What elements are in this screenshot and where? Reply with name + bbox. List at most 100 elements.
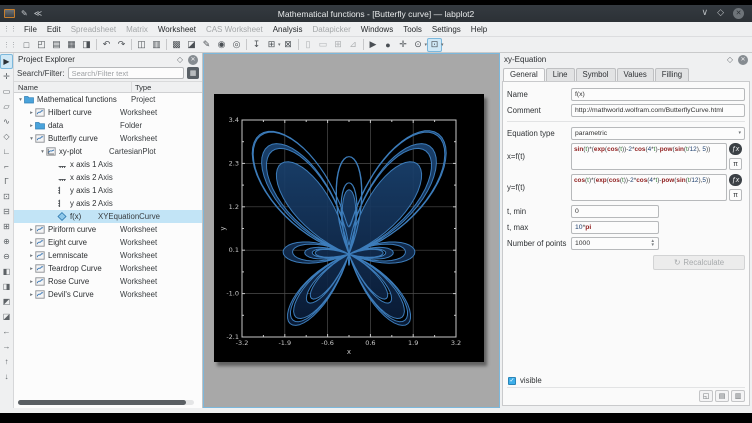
save-default-icon[interactable]: ▥ [731, 390, 745, 402]
shift-left-x-icon[interactable]: ← [0, 324, 13, 339]
tree-expand-icon[interactable]: ▸ [28, 227, 35, 233]
add-text-label-icon[interactable]: Γ [0, 174, 13, 189]
tree-row-devil-s-curve[interactable]: ▸Devil's CurveWorksheet [14, 288, 202, 301]
close-dock-icon[interactable]: ✕ [738, 55, 748, 65]
menu-settings[interactable]: Settings [427, 25, 466, 34]
save-project-icon[interactable]: ▤ [49, 38, 64, 52]
tree-row-piriform-curve[interactable]: ▸Piriform curveWorksheet [14, 223, 202, 236]
add-equation-curve-icon[interactable]: ◇ [0, 129, 13, 144]
sql-connection-icon[interactable]: ⊞ [264, 38, 279, 52]
column-name[interactable]: Name [14, 82, 38, 92]
new-note-icon[interactable]: ✎ [199, 38, 214, 52]
tab-general[interactable]: General [503, 68, 545, 81]
tree-row-rose-curve[interactable]: ▸Rose CurveWorksheet [14, 275, 202, 288]
t_min-input[interactable]: 0 [571, 205, 659, 218]
presenter-mode-icon[interactable]: ⊡ [427, 38, 442, 52]
tree-row-eight-curve[interactable]: ▸Eight curveWorksheet [14, 236, 202, 249]
equation_type-input[interactable]: parametric▾ [571, 127, 745, 140]
tree-row-hilbert-curve[interactable]: ▸Hilbert curveWorksheet [14, 106, 202, 119]
menu-file[interactable]: File [19, 25, 42, 34]
tree-row-mathematical-functions[interactable]: ▾Mathematical functionsProject [14, 93, 202, 106]
tree-row-teardrop-curve[interactable]: ▸Teardrop CurveWorksheet [14, 262, 202, 275]
tree-row-y-axis-1[interactable]: y axis 1Axis [14, 184, 202, 197]
recalculate-button[interactable]: ↻Recalculate [653, 255, 745, 270]
auto-scale-icon[interactable]: ⊡ [0, 189, 13, 204]
tree-row-data[interactable]: ▸dataFolder [14, 119, 202, 132]
shift-up-y-icon[interactable]: ↑ [0, 354, 13, 369]
tree-row-x-axis-1[interactable]: x axis 1Axis [14, 158, 202, 171]
horizontal-layout-icon[interactable]: ▭ [316, 38, 331, 52]
select-mode-icon[interactable]: ▶ [0, 54, 13, 69]
new-project-icon[interactable]: □ [19, 38, 34, 52]
save-template-icon[interactable]: ▤ [715, 390, 729, 402]
plot-canvas[interactable]: -3.2-1.9-0.60.61.93.2-2.1-1.00.11.22.33.… [214, 94, 484, 362]
menu-help[interactable]: Help [466, 25, 492, 34]
crosshair-icon[interactable]: ✛ [396, 38, 411, 52]
tree-row-x-axis-2[interactable]: x axis 2Axis [14, 171, 202, 184]
grid-layout-icon[interactable]: ⊞ [331, 38, 346, 52]
tree-expand-icon[interactable]: ▸ [28, 279, 35, 285]
crosshair-mode-icon[interactable]: ✛ [0, 69, 13, 84]
new-matrix-icon[interactable]: ▩ [169, 38, 184, 52]
x_equation-input[interactable]: sin(t)*(exp(cos(t))-2*cos(4*t)-pow(sin(t… [571, 143, 727, 170]
zoom-in-x-icon[interactable]: ◧ [0, 264, 13, 279]
tab-line[interactable]: Line [546, 68, 575, 81]
presenter-mode-dropdown-icon[interactable]: ▾ [441, 42, 444, 48]
comment-input[interactable]: http://mathworld.wolfram.com/ButterflyCu… [571, 104, 745, 117]
zoom-in-icon[interactable]: ⊕ [0, 234, 13, 249]
add-curve-icon[interactable]: ∿ [0, 114, 13, 129]
float-dock-icon[interactable]: ◇ [727, 55, 733, 64]
close-button[interactable]: ✕ [733, 8, 744, 19]
t_max-input[interactable]: 10*pi [571, 221, 659, 234]
menu-matrix[interactable]: Matrix [121, 25, 153, 34]
menu-tools[interactable]: Tools [398, 25, 427, 34]
menu-edit[interactable]: Edit [42, 25, 66, 34]
search-input[interactable] [68, 67, 184, 79]
worksheet-butterfly-curve[interactable]: -3.2-1.9-0.60.61.93.2-2.1-1.00.11.22.33.… [214, 94, 484, 362]
tree-expand-icon[interactable]: ▸ [28, 123, 35, 129]
tree-row-lemniscate[interactable]: ▸LemniscateWorksheet [14, 249, 202, 262]
name-input[interactable]: f(x) [571, 88, 745, 101]
auto-scale-x-icon[interactable]: ⊟ [0, 204, 13, 219]
tree-expand-icon[interactable]: ▸ [28, 240, 35, 246]
new-datapicker-icon[interactable]: ◉ [214, 38, 229, 52]
tab-symbol[interactable]: Symbol [576, 68, 616, 81]
zoom-in-y-icon[interactable]: ◩ [0, 294, 13, 309]
tab-filling[interactable]: Filling [655, 68, 689, 81]
menu-cas-worksheet[interactable]: CAS Worksheet [201, 25, 268, 34]
insert-constant-icon[interactable]: π [729, 189, 742, 201]
menu-datapicker[interactable]: Datapicker [308, 25, 356, 34]
menu-spreadsheet[interactable]: Spreadsheet [66, 25, 121, 34]
vertical-layout-icon[interactable]: ▯ [301, 38, 316, 52]
menu-analysis[interactable]: Analysis [268, 25, 308, 34]
zoom-icon[interactable]: ● [381, 38, 396, 52]
edit-layout-icon[interactable]: ⊿ [346, 38, 361, 52]
tree-row-y-axis-2[interactable]: y axis 2Axis [14, 197, 202, 210]
y_equation-input[interactable]: cos(t)*(exp(cos(t))-2*cos(4*t)-pow(sin(t… [571, 174, 727, 201]
undo-icon[interactable]: ↶ [99, 38, 114, 52]
visible-checkbox[interactable]: ✓ [508, 377, 516, 385]
tree-expand-icon[interactable]: ▾ [17, 97, 24, 103]
tree-column-header[interactable]: Name Type [14, 81, 202, 93]
menu-windows[interactable]: Windows [356, 25, 398, 34]
tree-expand-icon[interactable]: ▸ [28, 253, 35, 259]
zoom-out-icon[interactable]: ⊖ [0, 249, 13, 264]
print-preview-icon[interactable]: ◨ [79, 38, 94, 52]
filter-options-icon[interactable]: ▦ [187, 67, 199, 79]
tree-expand-icon[interactable]: ▸ [28, 266, 35, 272]
auto-scale-y-icon[interactable]: ⊞ [0, 219, 13, 234]
zoom-out-y-icon[interactable]: ◪ [0, 309, 13, 324]
points-input[interactable]: 1000▲▼ [571, 237, 659, 250]
tab-values[interactable]: Values [617, 68, 654, 81]
new-live-datasource-icon[interactable]: ◎ [229, 38, 244, 52]
select-pointer-icon[interactable]: ▶ [366, 38, 381, 52]
redo-icon[interactable]: ↷ [114, 38, 129, 52]
import-file-icon[interactable]: ↧ [249, 38, 264, 52]
menubar-handle-icon[interactable]: ⋮⋮ [3, 25, 17, 33]
tree-row-xy-plot[interactable]: ▾xy-plotCartesianPlot [14, 145, 202, 158]
new-workbook-icon[interactable]: ◫ [134, 38, 149, 52]
close-dock-icon[interactable]: ✕ [188, 55, 198, 65]
print-icon[interactable]: ▦ [64, 38, 79, 52]
tree-row-f-x-[interactable]: f(x)XYEquationCurve [14, 210, 202, 223]
horizontal-scrollbar[interactable] [18, 400, 194, 405]
